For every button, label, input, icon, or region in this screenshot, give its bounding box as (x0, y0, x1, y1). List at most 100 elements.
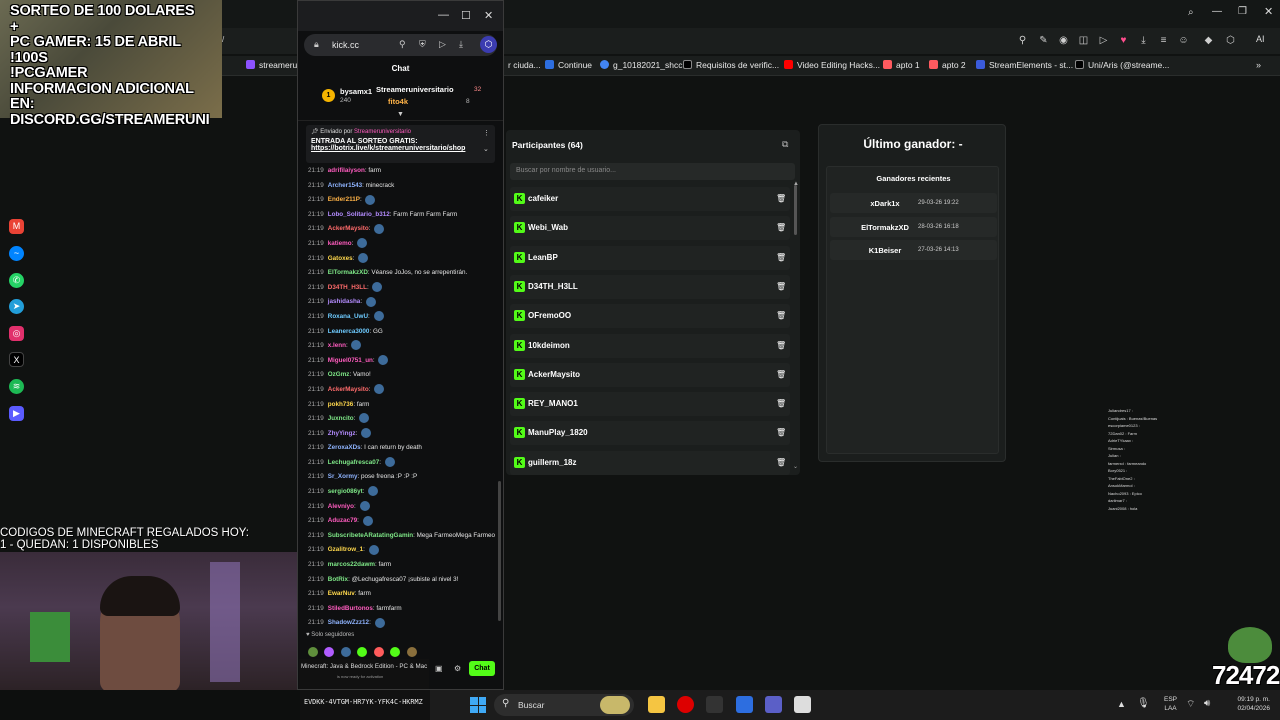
bookmark-2[interactable]: r ciuda... (508, 60, 541, 70)
extension-icon[interactable]: ◆ (1203, 35, 1214, 46)
taskbar-clock[interactable]: 09:19 p. m. 02/04/2026 (1218, 695, 1270, 713)
whatsapp-icon[interactable]: ✆ (9, 273, 24, 288)
message-username[interactable]: Archer1543 (328, 182, 362, 189)
message-username[interactable]: Ender211P (328, 196, 360, 203)
message-username[interactable]: Aduzac79 (328, 517, 357, 524)
message-username[interactable]: marcos22dawm (328, 561, 375, 568)
pinned-sender[interactable]: Streameruniversitario (354, 129, 411, 135)
browser-search-icon[interactable]: ⌕ (1188, 7, 1194, 18)
delete-icon[interactable]: 🗑︎ (776, 311, 786, 320)
minimize-button[interactable]: — (1212, 6, 1222, 17)
message-username[interactable]: Lobo_Solitario_b312 (328, 211, 390, 218)
message-username[interactable]: Sr_Xormy (328, 473, 358, 480)
box-icon[interactable]: ◫ (1078, 35, 1089, 46)
scroll-up-icon[interactable]: ▲ (793, 181, 799, 187)
message-username[interactable]: BotRix (328, 576, 348, 583)
language-indicator[interactable]: ESP LAA (1164, 695, 1177, 713)
delete-icon[interactable]: 🗑︎ (776, 223, 786, 232)
microphone-icon[interactable]: 🎙︎ (1137, 698, 1150, 709)
message-username[interactable]: katiemo (328, 240, 352, 247)
delete-icon[interactable]: 🗑︎ (776, 253, 786, 262)
download-icon[interactable]: ⤓ (459, 39, 463, 50)
emote-icon[interactable] (357, 646, 368, 657)
taskbar-search[interactable]: ⚲ Buscar (494, 694, 634, 716)
restore-button[interactable]: ❐ (1238, 6, 1247, 17)
address-fragment[interactable]: / (222, 35, 224, 44)
message-username[interactable]: jashidasha (328, 298, 361, 305)
download-icon[interactable]: ⤓ (1138, 35, 1149, 46)
message-username[interactable]: Gatoxes (328, 255, 353, 262)
collapse-icon[interactable]: ⌄ (483, 145, 489, 153)
gift-icon[interactable]: ▣ (435, 664, 443, 673)
emote-icon[interactable] (390, 646, 401, 657)
delete-icon[interactable]: 🗑︎ (776, 370, 786, 379)
delete-icon[interactable]: 🗑︎ (776, 341, 786, 350)
message-username[interactable]: Alevniyo (328, 503, 354, 510)
chat-address-bar[interactable]: 🔒︎ kick.cc ⚲ ⛨ ▷ ⤓ ⬡ (304, 34, 497, 56)
tray-chevron-icon[interactable]: ▲ (1117, 699, 1126, 709)
delete-icon[interactable]: 🗑︎ (776, 194, 786, 203)
menu-icon[interactable]: ≡ (1158, 35, 1169, 46)
heart-icon[interactable]: ♥ (1118, 35, 1129, 46)
message-username[interactable]: Miguel0751_un (328, 357, 373, 364)
cube-icon[interactable]: ⬡ (1225, 35, 1236, 46)
bookmark-10[interactable]: Uni/Aris (@streame... (1075, 60, 1169, 70)
zoom-icon[interactable]: ⚲ (1017, 35, 1028, 46)
bookmark-8[interactable]: apto 2 (929, 60, 966, 70)
emote-icon[interactable] (308, 646, 318, 657)
delete-icon[interactable]: 🗑︎ (776, 399, 786, 408)
chat-minimize-button[interactable]: — (438, 9, 449, 21)
x-twitter-icon[interactable]: X (9, 352, 24, 367)
message-username[interactable]: OzGmz (328, 371, 350, 378)
more-icon[interactable]: ⋮ (483, 129, 490, 137)
windows-start-icon[interactable] (470, 697, 486, 713)
bookmark-4[interactable]: g_10182021_shcc (600, 60, 682, 70)
message-username[interactable]: ShadowZzz12 (328, 619, 369, 626)
instagram-icon[interactable]: ◎ (9, 326, 24, 341)
opera-gx-icon[interactable] (677, 696, 694, 713)
message-username[interactable]: Roxana_UwU (328, 313, 368, 320)
bookmark-7[interactable]: apto 1 (883, 60, 920, 70)
chat-send-button[interactable]: Chat (469, 661, 495, 676)
delete-icon[interactable]: 🗑︎ (776, 458, 786, 467)
delete-icon[interactable]: 🗑︎ (776, 428, 786, 437)
bookmark-6[interactable]: Video Editing Hacks... (784, 60, 880, 70)
message-username[interactable]: x.lenn (328, 342, 346, 349)
message-username[interactable]: AckerMaysito (328, 225, 369, 232)
message-username[interactable]: ZeroxaXDs (328, 444, 361, 451)
app-icon[interactable] (706, 696, 723, 713)
message-username[interactable]: Leanerca3000 (328, 328, 370, 335)
store-icon[interactable] (794, 696, 811, 713)
message-username[interactable]: ElTormakzXD (328, 269, 368, 276)
bookmark-3[interactable]: Continue (545, 60, 592, 70)
bookmarks-more-icon[interactable]: » (1256, 60, 1261, 70)
profile-icon[interactable]: ☺ (1178, 35, 1189, 46)
message-username[interactable]: EwarNuv (328, 590, 355, 597)
message-username[interactable]: adrifilaiyson (328, 167, 365, 174)
send-icon[interactable]: ▷ (439, 39, 446, 50)
leader-name[interactable]: fito4k (388, 97, 408, 106)
emote-icon[interactable] (406, 646, 417, 657)
chat-close-button[interactable]: ✕ (484, 9, 493, 22)
delete-icon[interactable]: 🗑︎ (776, 282, 786, 291)
emote-icon[interactable] (340, 646, 351, 657)
app-icon[interactable] (736, 696, 753, 713)
emote-bar[interactable] (306, 643, 446, 657)
edit-icon[interactable]: ✎ (1038, 35, 1049, 46)
camera-icon[interactable]: ◉ (1058, 35, 1069, 46)
file-explorer-icon[interactable] (648, 696, 665, 713)
expand-icon[interactable]: ▼ (397, 111, 404, 118)
emote-icon[interactable] (373, 646, 384, 657)
message-username[interactable]: SubscribeteARatatingGamin (328, 532, 413, 539)
message-username[interactable]: StiledBurtonos (328, 605, 373, 612)
bookmark-1[interactable]: streameru (246, 60, 297, 70)
spotify-icon[interactable]: ≋ (9, 379, 24, 394)
settings-gear-icon[interactable]: ⚙ (454, 664, 461, 673)
message-username[interactable]: AckerMaysito (328, 386, 369, 393)
emote-icon[interactable] (324, 646, 335, 657)
volume-icon[interactable]: 🔊︎ (1204, 698, 1210, 709)
player-icon[interactable]: ▶ (9, 406, 24, 421)
close-button[interactable]: ✕ (1264, 5, 1273, 18)
shield-icon[interactable]: ⛨ (419, 39, 426, 50)
message-username[interactable]: Gzalitrow_1 (328, 546, 363, 553)
